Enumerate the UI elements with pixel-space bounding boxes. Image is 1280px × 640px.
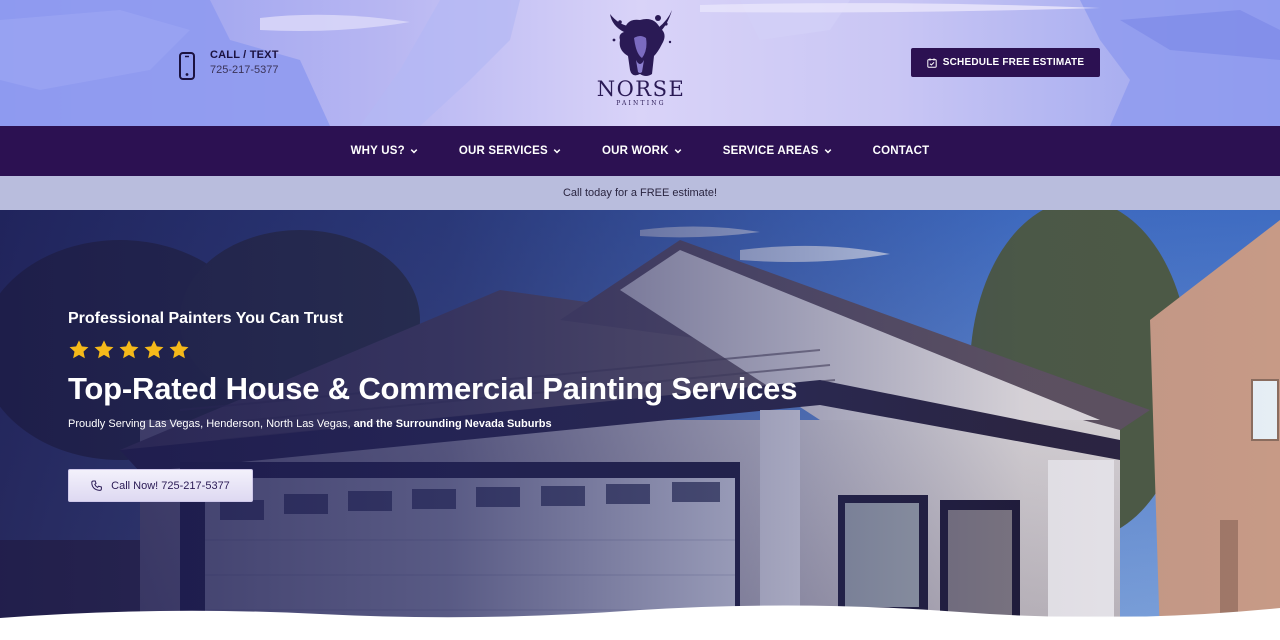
nav-item-contact[interactable]: CONTACT bbox=[873, 145, 930, 157]
viking-head-logo bbox=[610, 10, 672, 76]
chevron-down-icon bbox=[674, 149, 682, 154]
nav-item-label: OUR WORK bbox=[601, 145, 669, 157]
star-rating bbox=[68, 339, 928, 361]
hero-subtitle: Proudly Serving Las Vegas, Henderson, No… bbox=[68, 417, 928, 431]
nav-item-why-us[interactable]: WHY US? bbox=[351, 145, 418, 157]
site-header: CALL / TEXT 725-217-5377 NORSE PAINTING bbox=[0, 0, 1280, 126]
header-call-block[interactable]: CALL / TEXT 725-217-5377 bbox=[178, 48, 279, 80]
call-now-button[interactable]: Call Now! 725-217-5377 bbox=[68, 469, 253, 502]
chevron-down-icon bbox=[553, 149, 561, 154]
hero-subtitle-plain: Proudly Serving Las Vegas, Henderson, No… bbox=[68, 418, 354, 430]
hero-section: Professional Painters You Can Trust Top-… bbox=[0, 210, 1280, 640]
mobile-phone-icon bbox=[179, 52, 195, 80]
notice-bar: Call today for a FREE estimate! bbox=[0, 176, 1280, 210]
nav-item-label: OUR SERVICES bbox=[458, 145, 548, 157]
hero-kicker: Professional Painters You Can Trust bbox=[68, 310, 344, 327]
call-title: CALL / TEXT bbox=[210, 49, 279, 61]
chevron-down-icon bbox=[824, 149, 831, 154]
star-icon bbox=[69, 340, 89, 359]
call-number[interactable]: 725-217-5377 bbox=[210, 63, 279, 77]
nav-item-our-work[interactable]: OUR WORK bbox=[602, 145, 682, 157]
schedule-estimate-label: SCHEDULE FREE ESTIMATE bbox=[942, 57, 1085, 68]
logo[interactable]: NORSE PAINTING bbox=[596, 10, 686, 116]
nav-item-label: CONTACT bbox=[872, 145, 930, 157]
notice-text: Call today for a FREE estimate! bbox=[562, 187, 718, 199]
hero-subtitle-bold: and the Surrounding Nevada Suburbs bbox=[353, 418, 552, 430]
header-call-text: CALL / TEXT 725-217-5377 bbox=[210, 48, 279, 77]
star-icon bbox=[94, 340, 114, 359]
star-icon bbox=[119, 340, 139, 359]
call-now-label: Call Now! 725-217-5377 bbox=[111, 479, 230, 492]
nav-item-label: SERVICE AREAS bbox=[722, 145, 819, 157]
hero-content: Professional Painters You Can Trust Top-… bbox=[68, 309, 928, 431]
star-icon bbox=[144, 340, 164, 359]
star-icon bbox=[169, 340, 189, 359]
main-nav: WHY US? OUR SERVICES OUR WORK SERVICE AR… bbox=[0, 126, 1280, 176]
chevron-down-icon bbox=[410, 149, 418, 154]
logo-tagline: PAINTING bbox=[616, 100, 666, 107]
calendar-icon bbox=[927, 57, 937, 68]
schedule-estimate-button[interactable]: SCHEDULE FREE ESTIMATE bbox=[911, 48, 1100, 77]
nav-item-service-areas[interactable]: SERVICE AREAS bbox=[723, 145, 832, 157]
nav-item-label: WHY US? bbox=[350, 145, 405, 157]
phone-handset-icon bbox=[91, 480, 103, 491]
logo-name: NORSE bbox=[596, 77, 686, 101]
hero-bottom-wave bbox=[0, 605, 1280, 640]
hero-title: Top-Rated House & Commercial Painting Se… bbox=[68, 371, 798, 406]
nav-item-our-services[interactable]: OUR SERVICES bbox=[459, 145, 561, 157]
